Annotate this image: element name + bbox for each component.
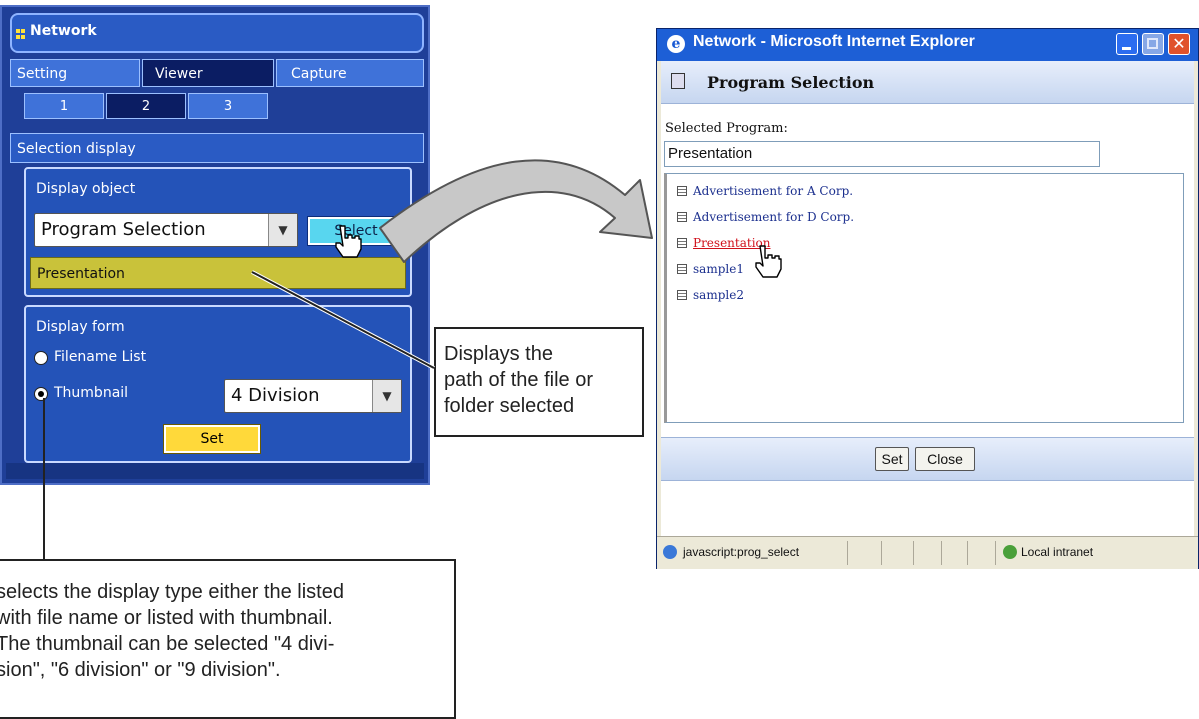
file-icon bbox=[677, 264, 687, 274]
status-text: javascript:prog_select bbox=[683, 545, 800, 559]
display-object-label: Display object bbox=[36, 181, 136, 197]
ie-window: e Network - Microsoft Internet Explorer … bbox=[656, 28, 1199, 569]
program-list: Advertisement for A Corp. Advertisement … bbox=[664, 173, 1184, 423]
filename-list-label: Filename List bbox=[54, 349, 147, 365]
display-type-line-4: sion", "6 division" or "9 division". bbox=[0, 659, 281, 681]
status-bar: javascript:prog_select Local intranet bbox=[657, 536, 1198, 569]
subtab-2[interactable]: 2 bbox=[106, 93, 186, 119]
path-callout-line-2: path of the file or bbox=[444, 369, 593, 391]
dialog-set-button[interactable]: Set bbox=[875, 447, 909, 471]
display-form-group: Display form Filename List Thumbnail 4 D… bbox=[24, 305, 412, 463]
panel-footer bbox=[6, 463, 424, 479]
page-icon bbox=[663, 545, 677, 559]
program-item[interactable]: Advertisement for D Corp. bbox=[677, 210, 854, 224]
thumbnail-label: Thumbnail bbox=[54, 385, 129, 401]
file-icon bbox=[677, 238, 687, 248]
path-callout-line-1: Displays the bbox=[444, 343, 553, 365]
ie-titlebar: e Network - Microsoft Internet Explorer … bbox=[657, 29, 1198, 61]
division-dropdown[interactable]: 4 Division ▼ bbox=[224, 379, 402, 413]
dialog-close-button[interactable]: Close bbox=[915, 447, 975, 471]
division-dropdown-value: 4 Division bbox=[231, 385, 320, 406]
ie-content: Program Selection Selected Program: Pres… bbox=[661, 61, 1194, 536]
path-callout: Displays the path of the file or folder … bbox=[434, 327, 644, 437]
maximize-icon[interactable] bbox=[1142, 33, 1164, 55]
program-dropdown[interactable]: Program Selection ▼ bbox=[34, 213, 298, 247]
display-type-line-3: The thumbnail can be selected "4 divi- bbox=[0, 633, 335, 655]
projector-network-panel: Network Setting Viewer Capture 1 2 3 Sel… bbox=[0, 5, 430, 485]
main-tabs: Setting Viewer Capture bbox=[10, 59, 424, 87]
subtab-3[interactable]: 3 bbox=[188, 93, 268, 119]
file-icon bbox=[677, 212, 687, 222]
set-button[interactable]: Set bbox=[163, 424, 261, 454]
tab-setting[interactable]: Setting bbox=[10, 59, 140, 87]
program-item-selected[interactable]: Presentation bbox=[677, 236, 771, 250]
close-icon[interactable]: ✕ bbox=[1168, 33, 1190, 55]
chevron-down-icon: ▼ bbox=[372, 380, 401, 412]
panel-title: Network bbox=[30, 23, 97, 39]
program-selection-title: Program Selection bbox=[707, 73, 875, 92]
dialog-button-bar: Set Close bbox=[661, 437, 1194, 481]
selected-program-input[interactable]: Presentation bbox=[664, 141, 1100, 167]
display-type-line-1: selects the display type either the list… bbox=[0, 581, 344, 603]
program-item[interactable]: Advertisement for A Corp. bbox=[677, 184, 853, 198]
ie-icon: e bbox=[667, 35, 685, 53]
select-button[interactable]: Select bbox=[307, 216, 405, 246]
selected-path-display: Presentation bbox=[30, 257, 406, 289]
section-title: Selection display bbox=[10, 133, 424, 163]
chevron-down-icon: ▼ bbox=[268, 214, 297, 246]
program-item[interactable]: sample2 bbox=[677, 288, 744, 302]
panel-titlebar: Network bbox=[10, 13, 424, 53]
document-icon bbox=[671, 73, 685, 89]
display-type-line-2: with file name or listed with thumbnail. bbox=[0, 607, 333, 629]
zone-text: Local intranet bbox=[1021, 545, 1094, 559]
program-dropdown-value: Program Selection bbox=[41, 219, 206, 240]
display-form-label: Display form bbox=[36, 319, 125, 335]
program-item[interactable]: sample1 bbox=[677, 262, 744, 276]
tab-capture[interactable]: Capture bbox=[276, 59, 424, 87]
display-type-callout: selects the display type either the list… bbox=[0, 559, 456, 719]
network-icon bbox=[16, 29, 25, 43]
minimize-icon[interactable] bbox=[1116, 33, 1138, 55]
subtab-1[interactable]: 1 bbox=[24, 93, 104, 119]
intranet-icon bbox=[1003, 545, 1017, 559]
file-icon bbox=[677, 186, 687, 196]
path-callout-line-3: folder selected bbox=[444, 395, 575, 417]
filename-list-radio[interactable] bbox=[34, 351, 48, 365]
selected-program-label: Selected Program: bbox=[665, 121, 788, 136]
tab-viewer[interactable]: Viewer bbox=[142, 59, 274, 87]
sub-tabs: 1 2 3 bbox=[10, 93, 424, 119]
file-icon bbox=[677, 290, 687, 300]
thumbnail-radio[interactable] bbox=[34, 387, 48, 401]
display-object-group: Display object Program Selection ▼ Selec… bbox=[24, 167, 412, 297]
program-selection-header: Program Selection bbox=[661, 61, 1194, 104]
ie-window-title: Network - Microsoft Internet Explorer bbox=[693, 33, 975, 50]
